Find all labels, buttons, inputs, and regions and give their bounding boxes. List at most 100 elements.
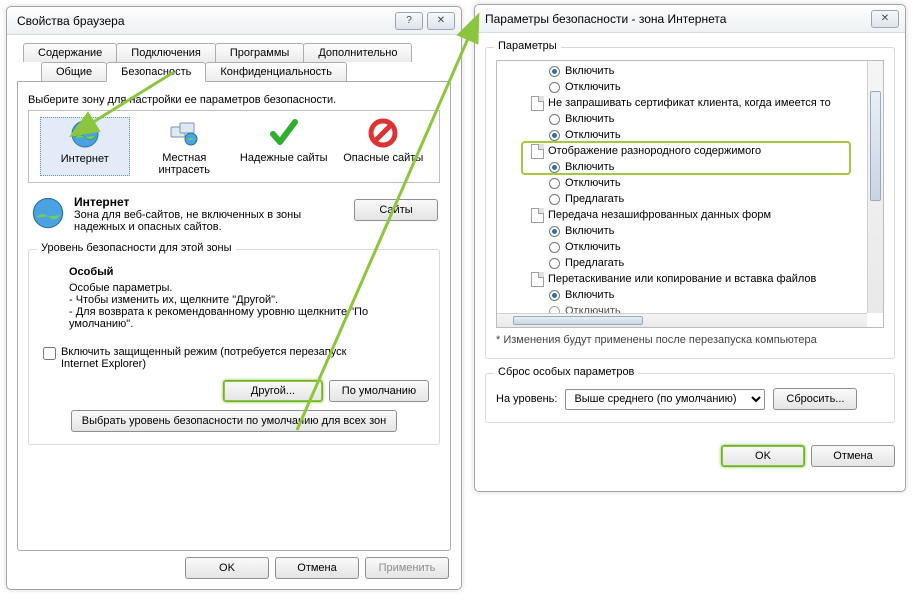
zone-intranet[interactable]: Местная интрасеть bbox=[139, 117, 229, 176]
radio-icon bbox=[549, 82, 560, 93]
close-button-right[interactable]: ✕ bbox=[871, 10, 899, 28]
zone-description: Зона для веб-сайтов, не включенных в зон… bbox=[74, 209, 324, 233]
tab-content[interactable]: Содержание bbox=[23, 43, 117, 62]
titlebar-title: Свойства браузера bbox=[13, 14, 391, 28]
tab-panel-security: Выберите зону для настройки ее параметро… bbox=[17, 81, 451, 551]
tab-programs[interactable]: Программы bbox=[215, 43, 304, 62]
reset-button[interactable]: Сбросить... bbox=[773, 388, 857, 410]
tree-group-label: Отображение разнородного содержимого bbox=[548, 145, 761, 157]
tree-option-label: Включить bbox=[565, 289, 614, 301]
tree-option[interactable]: Включить bbox=[501, 223, 883, 239]
tree-option[interactable]: Предлагать bbox=[501, 255, 883, 271]
titlebar-left: Свойства браузера ? ✕ bbox=[7, 7, 461, 35]
tree-option[interactable]: Отключить bbox=[501, 127, 883, 143]
tree-option[interactable]: Отключить bbox=[501, 175, 883, 191]
horizontal-scrollbar[interactable] bbox=[497, 313, 867, 327]
apply-button[interactable]: Применить bbox=[365, 557, 449, 579]
radio-icon bbox=[549, 130, 560, 141]
restart-note: * Изменения будут применены после переза… bbox=[496, 334, 884, 346]
document-icon bbox=[531, 272, 544, 287]
default-level-button[interactable]: По умолчанию bbox=[329, 380, 429, 402]
titlebar-title-right: Параметры безопасности - зона Интернета bbox=[481, 12, 867, 26]
tab-general[interactable]: Общие bbox=[41, 62, 107, 81]
level-line: Особые параметры. bbox=[69, 282, 427, 294]
close-button[interactable]: ✕ bbox=[427, 12, 455, 30]
zone-restricted[interactable]: Опасные сайты bbox=[338, 117, 428, 176]
reset-group: Сброс особых параметров На уровень: Выше… bbox=[485, 373, 895, 423]
sites-button[interactable]: Сайты bbox=[354, 199, 438, 221]
tree-option[interactable]: Включить bbox=[501, 287, 883, 303]
protected-mode-row[interactable]: Включить защищенный режим (потребуется п… bbox=[39, 346, 429, 370]
tree-option-label: Предлагать bbox=[565, 257, 624, 269]
zone-label: Опасные сайты bbox=[338, 152, 428, 164]
zone-label: Местная интрасеть bbox=[139, 152, 229, 176]
tree-option-label: Отключить bbox=[565, 241, 621, 253]
reset-level-select[interactable]: Выше среднего (по умолчанию) bbox=[565, 389, 765, 410]
tree-group-forms[interactable]: Передача незашифрованных данных форм bbox=[501, 207, 883, 223]
security-level-block: Особый Особые параметры. - Чтобы изменит… bbox=[39, 260, 429, 332]
radio-icon bbox=[549, 258, 560, 269]
tree-group-label: Не запрашивать сертификат клиента, когда… bbox=[548, 97, 831, 109]
radio-icon bbox=[549, 226, 560, 237]
titlebar-right: Параметры безопасности - зона Интернета … bbox=[475, 5, 905, 33]
intranet-icon bbox=[168, 117, 200, 149]
group-title: Уровень безопасности для этой зоны bbox=[37, 242, 236, 254]
globe-icon bbox=[69, 118, 101, 150]
group-title-settings: Параметры bbox=[494, 40, 561, 52]
tree-option-label: Отключить bbox=[565, 81, 621, 93]
group-title-reset: Сброс особых параметров bbox=[494, 366, 638, 378]
dialog-body-left: Содержание Подключения Программы Дополни… bbox=[7, 35, 461, 589]
protected-mode-checkbox[interactable] bbox=[43, 347, 56, 360]
tree-option[interactable]: Отключить bbox=[501, 79, 883, 95]
tree-option-label: Отключить bbox=[565, 177, 621, 189]
tree-group-mixed-content[interactable]: Отображение разнородного содержимого bbox=[501, 143, 883, 159]
zone-label: Надежные сайты bbox=[239, 152, 329, 164]
settings-tree[interactable]: Включить Отключить Не запрашивать сертиф… bbox=[496, 60, 884, 328]
scrollbar-thumb[interactable] bbox=[513, 316, 643, 325]
tree-group-dragdrop[interactable]: Перетаскивание или копирование и вставка… bbox=[501, 271, 883, 287]
tab-privacy[interactable]: Конфиденциальность bbox=[205, 62, 347, 81]
cancel-button-right[interactable]: Отмена bbox=[811, 445, 895, 467]
radio-icon bbox=[549, 290, 560, 301]
tree-group-client-cert[interactable]: Не запрашивать сертификат клиента, когда… bbox=[501, 95, 883, 111]
security-settings-dialog: Параметры безопасности - зона Интернета … bbox=[474, 4, 906, 492]
tree-option-label: Включить bbox=[565, 65, 614, 77]
radio-icon bbox=[549, 162, 560, 173]
level-line: - Чтобы изменить их, щелкните "Другой". bbox=[69, 294, 427, 306]
vertical-scrollbar[interactable] bbox=[867, 61, 883, 313]
zone-description-block: Интернет Зона для веб-сайтов, не включен… bbox=[28, 193, 440, 239]
zone-label: Интернет bbox=[41, 153, 129, 165]
globe-icon bbox=[30, 195, 66, 231]
radio-icon bbox=[549, 194, 560, 205]
tree-group-label: Перетаскивание или копирование и вставка… bbox=[548, 273, 816, 285]
tree-option-label: Включить bbox=[565, 161, 614, 173]
document-icon bbox=[531, 208, 544, 223]
restricted-icon bbox=[367, 117, 399, 149]
tree-option[interactable]: Включить bbox=[501, 111, 883, 127]
ok-button-left[interactable]: OK bbox=[185, 557, 269, 579]
scrollbar-thumb[interactable] bbox=[870, 91, 881, 201]
ok-button-right[interactable]: OK bbox=[721, 445, 805, 467]
reset-level-label: На уровень: bbox=[496, 393, 557, 405]
dialog-buttons-left: OK Отмена Применить bbox=[19, 557, 449, 579]
level-line: - Для возврата к рекомендованному уровню… bbox=[69, 306, 427, 330]
browser-properties-dialog: Свойства браузера ? ✕ Содержание Подключ… bbox=[6, 6, 462, 590]
tree-option[interactable]: Предлагать bbox=[501, 191, 883, 207]
tree-option-label: Отключить bbox=[565, 129, 621, 141]
tree-option[interactable]: Включить bbox=[501, 63, 883, 79]
tab-advanced[interactable]: Дополнительно bbox=[303, 43, 412, 62]
zone-trusted[interactable]: Надежные сайты bbox=[239, 117, 329, 176]
cancel-button-left[interactable]: Отмена bbox=[275, 557, 359, 579]
tree-option[interactable]: Включить bbox=[501, 159, 883, 175]
tree-option-label: Включить bbox=[565, 225, 614, 237]
tab-connections[interactable]: Подключения bbox=[116, 43, 216, 62]
custom-level-button[interactable]: Другой... bbox=[223, 380, 323, 402]
protected-mode-label: Включить защищенный режим (потребуется п… bbox=[61, 346, 381, 370]
tree-group-label: Передача незашифрованных данных форм bbox=[548, 209, 771, 221]
tab-security[interactable]: Безопасность bbox=[106, 62, 206, 82]
zone-internet[interactable]: Интернет bbox=[40, 117, 130, 176]
tree-option[interactable]: Отключить bbox=[501, 239, 883, 255]
zone-select-list[interactable]: Интернет Местная интрасеть Надежные bbox=[28, 110, 440, 183]
help-button[interactable]: ? bbox=[395, 12, 423, 30]
reset-all-zones-button[interactable]: Выбрать уровень безопасности по умолчани… bbox=[71, 410, 397, 432]
